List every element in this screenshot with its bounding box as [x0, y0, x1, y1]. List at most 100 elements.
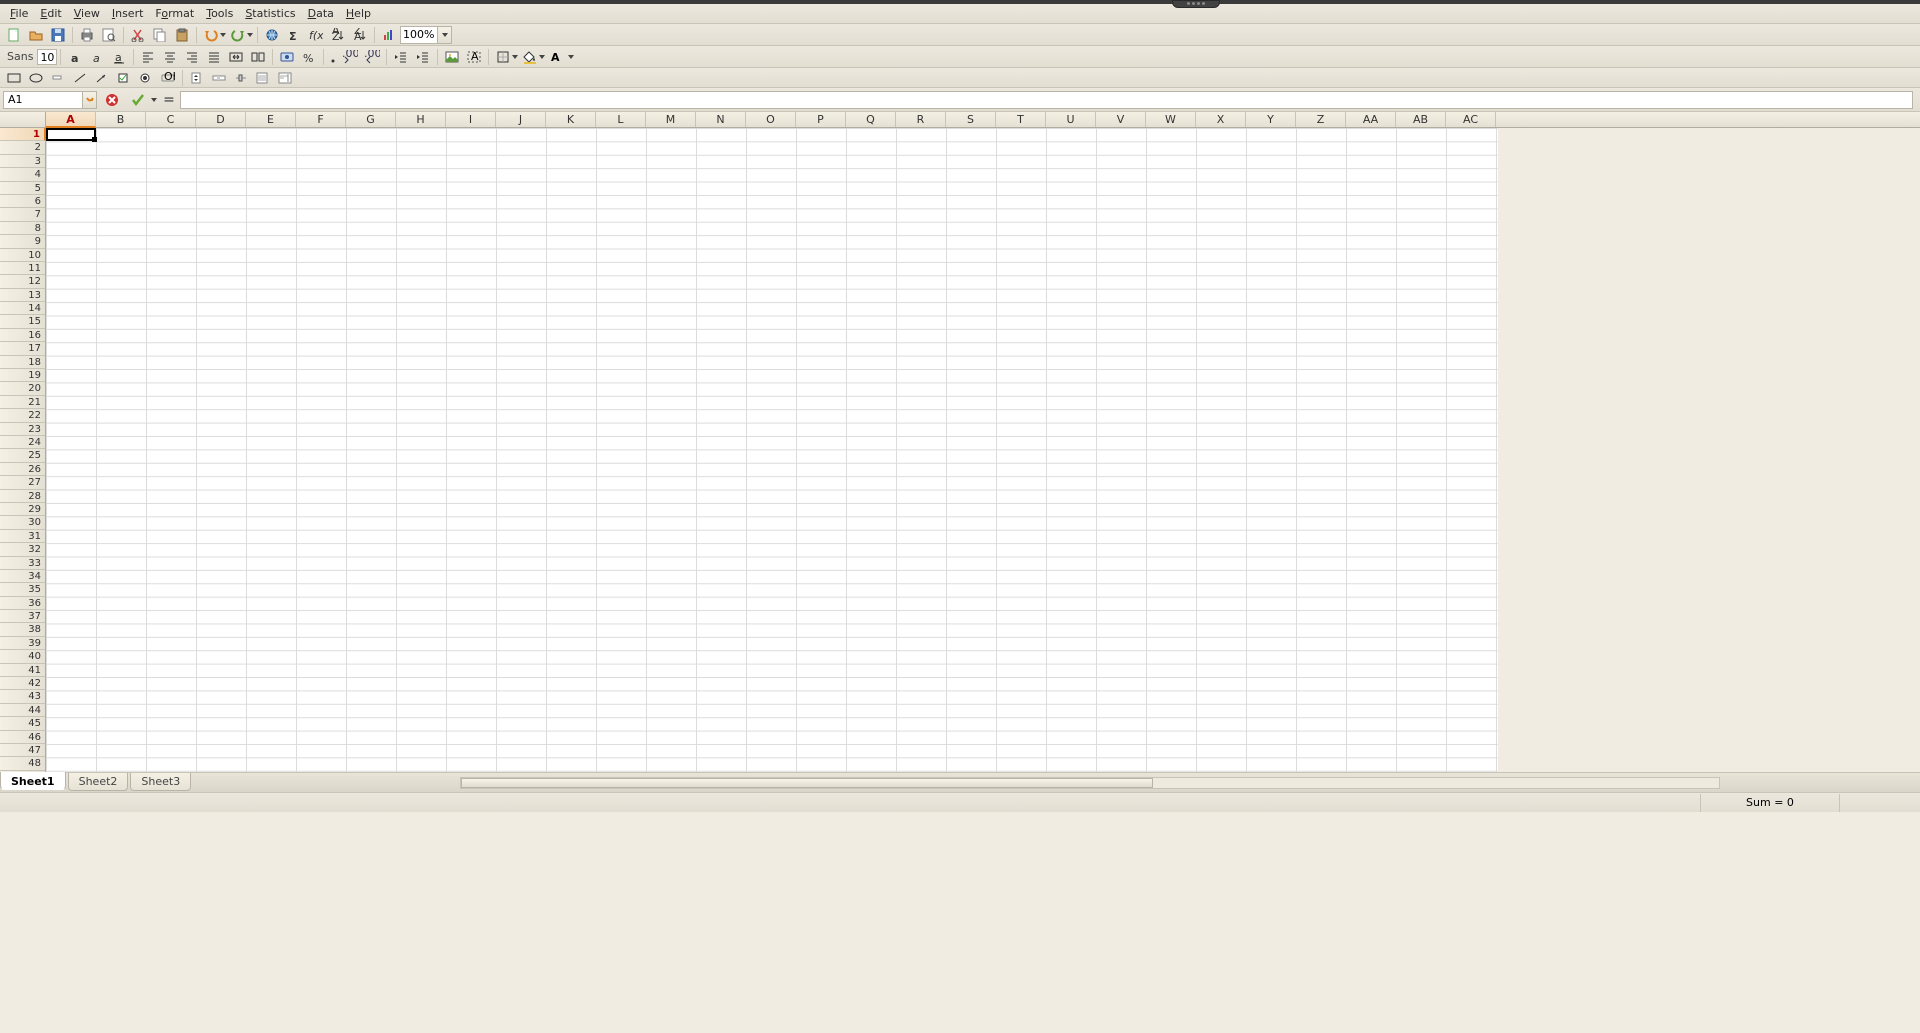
font-size-input[interactable]: 10 — [37, 49, 57, 65]
row-header[interactable]: 29 — [0, 503, 45, 516]
text-label-icon[interactable] — [47, 68, 69, 88]
window-gripper[interactable] — [1172, 0, 1220, 8]
column-header[interactable]: B — [96, 112, 146, 127]
zoom-combobox[interactable] — [400, 26, 452, 44]
cut-icon[interactable] — [127, 25, 149, 45]
menu-help[interactable]: Help — [340, 5, 377, 22]
menu-view[interactable]: View — [68, 5, 106, 22]
column-header[interactable]: F — [296, 112, 346, 127]
column-header[interactable]: I — [446, 112, 496, 127]
merge-cells-icon[interactable] — [225, 47, 247, 67]
menu-format[interactable]: Format — [149, 5, 200, 22]
decrease-indent-icon[interactable] — [390, 47, 412, 67]
cell-reference-input[interactable] — [4, 92, 82, 108]
increase-decimal-icon[interactable]: .00 — [339, 47, 361, 67]
row-header[interactable]: 14 — [0, 302, 45, 315]
row-header[interactable]: 17 — [0, 342, 45, 355]
column-header[interactable]: N — [696, 112, 746, 127]
column-header[interactable]: K — [546, 112, 596, 127]
rectangle-icon[interactable] — [3, 68, 25, 88]
column-header[interactable]: L — [596, 112, 646, 127]
row-header[interactable]: 11 — [0, 262, 45, 275]
font-color-icon[interactable]: A — [546, 47, 570, 67]
column-header[interactable]: X — [1196, 112, 1246, 127]
row-header[interactable]: 2 — [0, 141, 45, 154]
sort-asc-icon[interactable]: AZ — [327, 25, 349, 45]
row-header[interactable]: 42 — [0, 677, 45, 690]
row-header[interactable]: 40 — [0, 650, 45, 663]
row-header[interactable]: 19 — [0, 369, 45, 382]
percent-icon[interactable]: % — [298, 47, 320, 67]
row-header[interactable]: 15 — [0, 315, 45, 328]
row-header[interactable]: 26 — [0, 463, 45, 476]
column-header[interactable]: A — [46, 112, 96, 128]
hyperlink-icon[interactable] — [261, 25, 283, 45]
row-header[interactable]: 37 — [0, 610, 45, 623]
row-header[interactable]: 20 — [0, 382, 45, 395]
checkbox-form-icon[interactable] — [113, 68, 135, 88]
row-header[interactable]: 22 — [0, 409, 45, 422]
cell-reference-dropdown[interactable] — [82, 92, 96, 108]
menu-edit[interactable]: Edit — [34, 5, 67, 22]
column-header[interactable]: E — [246, 112, 296, 127]
row-header[interactable]: 31 — [0, 530, 45, 543]
copy-icon[interactable] — [149, 25, 171, 45]
cell-grid[interactable] — [46, 128, 1498, 772]
column-header[interactable]: T — [996, 112, 1046, 127]
row-header[interactable]: 23 — [0, 423, 45, 436]
column-header[interactable]: C — [146, 112, 196, 127]
column-header[interactable]: W — [1146, 112, 1196, 127]
column-header[interactable]: J — [496, 112, 546, 127]
row-header[interactable]: 4 — [0, 168, 45, 181]
menu-statistics[interactable]: Statistics — [239, 5, 301, 22]
combobox-form-icon[interactable] — [274, 68, 296, 88]
thousands-icon[interactable] — [327, 47, 339, 67]
new-file-icon[interactable] — [3, 25, 25, 45]
menu-tools[interactable]: Tools — [200, 5, 239, 22]
align-justify-icon[interactable] — [203, 47, 225, 67]
formula-input-container[interactable] — [180, 91, 1913, 109]
row-header[interactable]: 43 — [0, 690, 45, 703]
spin-button-icon[interactable] — [186, 68, 208, 88]
accept-formula-icon[interactable] — [127, 90, 149, 110]
select-all-corner[interactable] — [0, 112, 46, 128]
active-cell-cursor[interactable] — [46, 128, 96, 141]
column-header[interactable]: H — [396, 112, 446, 127]
row-header[interactable]: 18 — [0, 356, 45, 369]
row-header[interactable]: 44 — [0, 704, 45, 717]
row-header[interactable]: 5 — [0, 182, 45, 195]
row-header[interactable]: 39 — [0, 637, 45, 650]
formula-input[interactable] — [181, 92, 1912, 108]
column-header[interactable]: V — [1096, 112, 1146, 127]
arrow-icon[interactable] — [91, 68, 113, 88]
row-header[interactable]: 25 — [0, 449, 45, 462]
sheet-tab[interactable]: Sheet2 — [68, 773, 129, 791]
print-icon[interactable] — [76, 25, 98, 45]
sheet-tab[interactable]: Sheet1 — [0, 772, 66, 790]
column-header[interactable]: U — [1046, 112, 1096, 127]
underline-icon[interactable]: a — [108, 47, 130, 67]
row-header[interactable]: 8 — [0, 222, 45, 235]
row-header[interactable]: 41 — [0, 664, 45, 677]
radio-form-icon[interactable] — [135, 68, 157, 88]
column-header[interactable]: S — [946, 112, 996, 127]
row-header[interactable]: 9 — [0, 235, 45, 248]
column-header[interactable]: Y — [1246, 112, 1296, 127]
row-header[interactable]: 21 — [0, 396, 45, 409]
column-header[interactable]: Q — [846, 112, 896, 127]
split-cells-icon[interactable] — [247, 47, 269, 67]
align-left-icon[interactable] — [137, 47, 159, 67]
row-header[interactable]: 30 — [0, 516, 45, 529]
sheet-tab[interactable]: Sheet3 — [130, 773, 191, 791]
column-header[interactable]: D — [196, 112, 246, 127]
paste-icon[interactable] — [171, 25, 193, 45]
row-header[interactable]: 33 — [0, 557, 45, 570]
row-header[interactable]: 28 — [0, 490, 45, 503]
save-icon[interactable] — [47, 25, 69, 45]
text-frame-icon[interactable]: A — [463, 47, 485, 67]
slider-form-icon[interactable] — [230, 68, 252, 88]
row-header[interactable]: 38 — [0, 623, 45, 636]
column-header[interactable]: P — [796, 112, 846, 127]
fill-handle[interactable] — [92, 137, 97, 142]
row-header[interactable]: 27 — [0, 476, 45, 489]
